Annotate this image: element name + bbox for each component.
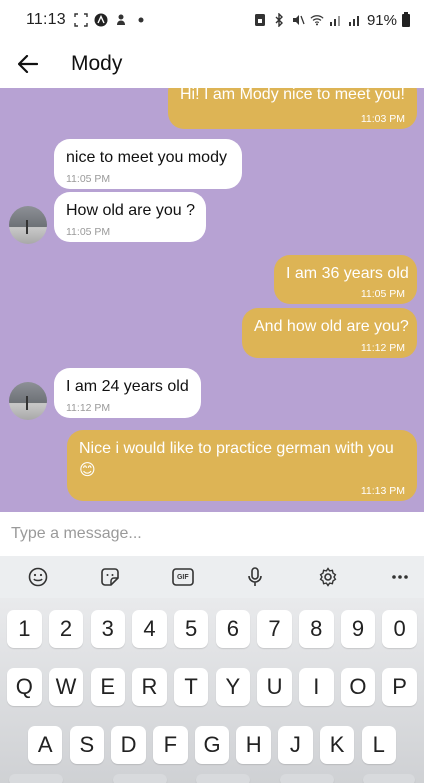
status-time: 11:13 bbox=[26, 11, 66, 28]
key-e[interactable]: E bbox=[90, 668, 125, 706]
bluetooth-icon bbox=[272, 13, 286, 27]
message-text: How old are you ? bbox=[66, 202, 195, 219]
key-bottom-row-3[interactable] bbox=[280, 774, 334, 783]
settings-icon bbox=[319, 567, 336, 587]
sticker-icon bbox=[101, 568, 120, 586]
message-outgoing[interactable]: And how old are you? 11:12 PM bbox=[242, 308, 417, 358]
more-icon bbox=[392, 575, 408, 579]
key-i[interactable]: I bbox=[299, 668, 334, 706]
message-outgoing[interactable]: I am 36 years old 11:05 PM bbox=[274, 255, 417, 304]
chat-title: Mody bbox=[71, 52, 123, 75]
key-0[interactable]: 0 bbox=[382, 610, 417, 648]
message-time: 11:12 PM bbox=[360, 342, 405, 354]
keyboard-settings-button[interactable] bbox=[316, 565, 340, 589]
notification-icon bbox=[114, 13, 128, 27]
key-6[interactable]: 6 bbox=[215, 610, 251, 648]
key-s[interactable]: S bbox=[69, 726, 105, 764]
key-bottom-row-0[interactable] bbox=[9, 774, 63, 783]
key-y[interactable]: Y bbox=[215, 668, 251, 706]
key-a[interactable]: A bbox=[27, 726, 63, 764]
key-h[interactable]: H bbox=[236, 726, 271, 764]
message-list[interactable]: Hi! I am Mody nice to meet you! 11:03 PM… bbox=[0, 88, 424, 512]
dot-icon bbox=[134, 13, 148, 27]
microphone-icon bbox=[248, 567, 262, 586]
emoji-button[interactable] bbox=[26, 565, 50, 589]
key-bottom-row-4[interactable] bbox=[363, 774, 415, 783]
key-w[interactable]: W bbox=[48, 668, 84, 706]
key-bottom-row-2[interactable] bbox=[196, 774, 250, 783]
key-3[interactable]: 3 bbox=[90, 610, 125, 648]
key-7[interactable]: 7 bbox=[257, 610, 292, 648]
key-f[interactable]: F bbox=[153, 726, 188, 764]
app-header: Mody bbox=[0, 40, 424, 88]
key-r[interactable]: R bbox=[132, 668, 167, 706]
key-u[interactable]: U bbox=[257, 668, 292, 706]
contact-avatar[interactable] bbox=[9, 382, 47, 420]
message-time: 11:05 PM bbox=[66, 173, 111, 185]
key-2[interactable]: 2 bbox=[48, 610, 84, 648]
message-incoming[interactable]: nice to meet you mody 11:05 PM bbox=[54, 139, 242, 189]
sticker-button[interactable] bbox=[98, 565, 122, 589]
key-t[interactable]: T bbox=[173, 668, 209, 706]
message-time: 11:05 PM bbox=[360, 288, 405, 300]
key-p[interactable]: P bbox=[382, 668, 417, 706]
gif-label: GIF bbox=[176, 573, 189, 581]
gif-button[interactable]: GIF bbox=[171, 565, 195, 589]
key-l[interactable]: L bbox=[361, 726, 397, 764]
message-incoming[interactable]: I am 24 years old 11:12 PM bbox=[54, 368, 201, 418]
sim-icon bbox=[253, 13, 267, 27]
message-emoji: 😊 bbox=[79, 462, 96, 479]
key-1[interactable]: 1 bbox=[7, 610, 42, 648]
message-text: Nice i would like to practice german wit… bbox=[79, 440, 394, 457]
key-d[interactable]: D bbox=[111, 726, 146, 764]
key-q[interactable]: Q bbox=[7, 668, 42, 706]
key-o[interactable]: O bbox=[340, 668, 376, 706]
message-text: I am 36 years old bbox=[286, 265, 409, 282]
contact-avatar[interactable] bbox=[9, 206, 47, 244]
message-text: I am 24 years old bbox=[66, 378, 189, 395]
wifi-icon bbox=[310, 13, 324, 27]
keyboard-toolbar: GIF bbox=[0, 556, 424, 598]
message-outgoing[interactable]: Hi! I am Mody nice to meet you! 11:03 PM bbox=[168, 88, 417, 129]
emoji-icon bbox=[28, 567, 48, 587]
key-j[interactable]: J bbox=[278, 726, 313, 764]
battery-icon bbox=[402, 11, 410, 27]
screenshot-icon bbox=[74, 13, 88, 27]
signal-icon bbox=[329, 13, 343, 27]
message-time: 11:03 PM bbox=[360, 113, 405, 125]
voice-input-button[interactable] bbox=[243, 565, 267, 589]
message-composer bbox=[0, 512, 424, 556]
more-options-button[interactable] bbox=[388, 565, 412, 589]
message-text: Hi! I am Mody nice to meet you! bbox=[180, 88, 405, 103]
message-time: 11:13 PM bbox=[360, 485, 405, 497]
app-notification-icon bbox=[94, 13, 108, 27]
key-9[interactable]: 9 bbox=[340, 610, 376, 648]
key-k[interactable]: K bbox=[319, 726, 355, 764]
key-bottom-row-1[interactable] bbox=[113, 774, 167, 783]
message-text: And how old are you? bbox=[254, 318, 409, 335]
key-8[interactable]: 8 bbox=[299, 610, 334, 648]
key-5[interactable]: 5 bbox=[173, 610, 209, 648]
status-bar: 11:13 91% bbox=[0, 0, 424, 40]
message-time: 11:12 PM bbox=[66, 402, 111, 414]
message-outgoing[interactable]: Nice i would like to practice german wit… bbox=[67, 430, 417, 501]
message-input[interactable] bbox=[11, 525, 401, 543]
message-time: 11:05 PM bbox=[66, 226, 111, 238]
back-button[interactable] bbox=[0, 40, 56, 88]
battery-percent: 91% bbox=[366, 11, 397, 29]
arrow-left-icon bbox=[18, 55, 38, 73]
keyboard: 1234567890 QWERTYUIOP ASDFGHJKL bbox=[0, 598, 424, 783]
signal-icon-2 bbox=[348, 13, 362, 27]
message-incoming[interactable]: How old are you ? 11:05 PM bbox=[54, 192, 206, 242]
message-text: nice to meet you mody bbox=[66, 149, 227, 166]
key-g[interactable]: G bbox=[194, 726, 230, 764]
mute-icon bbox=[291, 13, 305, 27]
key-4[interactable]: 4 bbox=[132, 610, 167, 648]
